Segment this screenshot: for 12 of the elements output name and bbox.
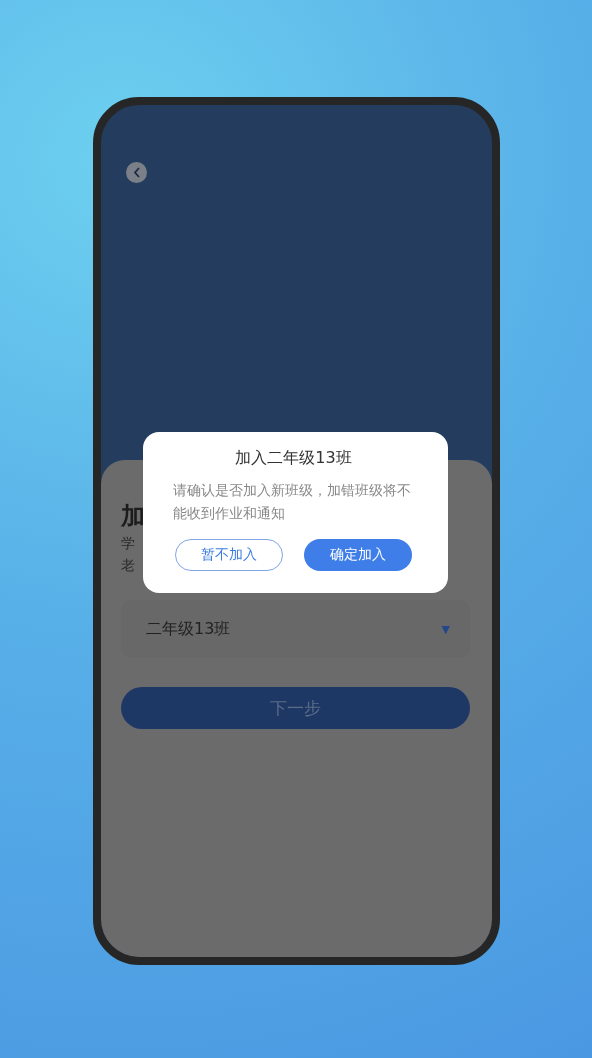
back-icon (132, 167, 141, 178)
page-title: 加 (121, 501, 145, 532)
description-text: 老 (121, 556, 135, 575)
select-value: 二年级13班 (146, 618, 231, 640)
dialog-title: 加入二年级13班 (234, 447, 353, 469)
confirm-button[interactable]: 确定加入 (304, 539, 412, 571)
class-select[interactable]: 二年级13班 ▼ (121, 600, 470, 658)
description-text: 学 (121, 534, 135, 553)
cancel-button[interactable]: 暂不加入 (175, 539, 283, 571)
back-button[interactable] (126, 162, 147, 183)
dialog-message: 请确认是否加入新班级，加错班级将不能收到作业和通知 (173, 481, 412, 523)
dropdown-arrow: ▼ (441, 622, 450, 636)
